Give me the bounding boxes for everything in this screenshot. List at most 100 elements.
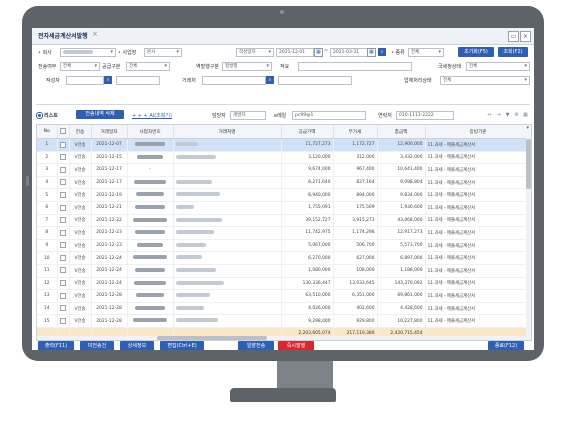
- row-checkbox[interactable]: [60, 305, 66, 312]
- row-checkbox[interactable]: [60, 242, 66, 249]
- calendar-to-icon[interactable]: ▦: [367, 48, 376, 57]
- issue-select[interactable]: 전체: [126, 62, 170, 71]
- table-row[interactable]: 9 V전송 2021-12-23 5,067,000 506,700 5,573,700 1…: [37, 239, 531, 253]
- table-row[interactable]: 11 V전송 2021-12-24 1,080,000 108,000 1,188,000…: [37, 264, 531, 278]
- add-link[interactable]: + + + AI(조회기): [132, 112, 172, 119]
- cell-check[interactable]: [57, 302, 70, 316]
- cell-check[interactable]: [57, 226, 70, 240]
- table-row[interactable]: 8 V전송 2021-12-23 11,742,975 1,174,298 12,917,…: [37, 226, 531, 240]
- date-from-input[interactable]: 2021-12-01: [276, 48, 314, 57]
- table-row[interactable]: 10 V전송 2021-12-24 6,270,000 627,000 6,897,000…: [37, 251, 531, 265]
- close-button[interactable]: 종료(F12): [488, 341, 524, 350]
- cell-check[interactable]: [57, 239, 70, 253]
- cell-check[interactable]: [57, 277, 70, 291]
- col-header-supply[interactable]: 공급가액: [281, 125, 334, 139]
- approval-input[interactable]: [298, 62, 412, 71]
- table-row[interactable]: 12 V전송 2021-12-24 130,336,447 13,033,645 143,…: [37, 277, 531, 291]
- select-all-checkbox[interactable]: [60, 128, 66, 135]
- col-header-basis[interactable]: 증빙기준: [425, 125, 531, 139]
- restore-icon[interactable]: ▭: [508, 31, 519, 42]
- email-input[interactable]: pc99@1: [292, 111, 366, 120]
- row-checkbox[interactable]: [60, 292, 66, 299]
- table-row[interactable]: 1 V전송 2021-12-07 11,727,273 1,172,727 12,900,…: [37, 138, 531, 152]
- partner-search-icon[interactable]: ⌕: [266, 76, 274, 84]
- vertical-scroll-thumb[interactable]: [526, 139, 531, 189]
- table-row[interactable]: 3 V전송 2021-12-17– 9,674,000 967,400 10,641,40…: [37, 163, 531, 177]
- table-row[interactable]: 5 V전송 2021-12-19 8,940,000 894,000 9,834,000 1…: [37, 188, 531, 202]
- table-row[interactable]: 14 V전송 2021-12-28 4,026,000 402,600 4,428,600…: [37, 302, 531, 316]
- cell-check[interactable]: [57, 163, 70, 177]
- table-row[interactable]: 4 V전송 2021-12-17 8,271,640 827,164 9,098,804 1…: [37, 176, 531, 190]
- list-radio-icon[interactable]: [36, 112, 43, 119]
- row-checkbox[interactable]: [60, 317, 66, 324]
- cell-check[interactable]: [57, 151, 70, 165]
- row-checkbox[interactable]: [60, 280, 66, 287]
- cell-check[interactable]: [57, 188, 70, 202]
- partner-name-input[interactable]: [278, 76, 352, 85]
- batch-send-button[interactable]: 일괄전송: [238, 341, 274, 350]
- cell-check[interactable]: [57, 138, 70, 152]
- horizontal-scrollbar[interactable]: [37, 336, 531, 340]
- company-select[interactable]: [60, 48, 116, 57]
- tab-close-icon[interactable]: ×: [92, 30, 98, 38]
- gear-icon[interactable]: ⚙: [513, 112, 520, 118]
- cell-check[interactable]: [57, 264, 70, 278]
- cell-check[interactable]: [57, 176, 70, 190]
- row-checkbox[interactable]: [60, 154, 66, 161]
- date-search-icon[interactable]: ⌕: [378, 48, 386, 56]
- manager-input[interactable]: 개발자: [230, 111, 266, 120]
- table-row[interactable]: 13 V전송 2021-12-28 63,510,000 6,351,000 69,861…: [37, 289, 531, 303]
- contact-input[interactable]: 010-1111-2222: [396, 111, 454, 120]
- col-header-date[interactable]: 거래일자: [91, 125, 128, 139]
- edit-button[interactable]: 편집(Ctrl+E): [160, 341, 204, 350]
- col-header-partner[interactable]: 거래처명: [173, 125, 282, 139]
- cell-check[interactable]: [57, 314, 70, 328]
- row-checkbox[interactable]: [60, 166, 66, 173]
- site-select[interactable]: 본사: [144, 48, 182, 57]
- col-header-check[interactable]: [57, 125, 70, 139]
- partner-input[interactable]: [202, 76, 266, 85]
- table-row[interactable]: 2 V전송 2021-12-15 3,120,000 312,000 3,432,000 1…: [37, 151, 531, 165]
- date-type-select[interactable]: 작성일자: [236, 48, 274, 57]
- filter-icon[interactable]: ▼: [504, 112, 511, 118]
- send-select[interactable]: 전체: [60, 62, 100, 71]
- row-checkbox[interactable]: [60, 141, 66, 148]
- window-tab-title[interactable]: 전자세금계산서발행: [38, 31, 88, 40]
- row-checkbox[interactable]: [60, 267, 66, 274]
- row-checkbox[interactable]: [60, 217, 66, 224]
- cell-check[interactable]: [57, 201, 70, 215]
- row-checkbox[interactable]: [60, 179, 66, 186]
- export-icon[interactable]: ⇥: [495, 112, 502, 118]
- close-icon[interactable]: ×: [520, 31, 531, 42]
- print-button[interactable]: 출력(F11): [38, 341, 74, 350]
- col-header-send[interactable]: 전송: [69, 125, 92, 139]
- issue-now-button[interactable]: 즉시발행: [278, 341, 314, 350]
- date-to-input[interactable]: 2021-03-31: [330, 48, 368, 57]
- col-header-bizno[interactable]: 사업자번호: [127, 125, 174, 139]
- cell-check[interactable]: [57, 251, 70, 265]
- reverse-select[interactable]: 정발행: [222, 62, 272, 71]
- unsent-button[interactable]: 미전송건: [80, 341, 114, 350]
- calendar-from-icon[interactable]: ▦: [314, 48, 323, 57]
- tax-status-select[interactable]: 전체: [466, 62, 530, 71]
- work-status-select[interactable]: 전체: [440, 76, 530, 85]
- delete-history-button[interactable]: 전송내역 삭제: [76, 110, 124, 119]
- table-row[interactable]: 15 V전송 2021-12-28 9,298,000 929,800 10,227,80…: [37, 314, 531, 328]
- writer-input[interactable]: [66, 76, 104, 85]
- reset-button[interactable]: 초기화(F5): [458, 47, 494, 57]
- cell-check[interactable]: [57, 289, 70, 303]
- detail-button[interactable]: 상세정보: [120, 341, 154, 350]
- table-row[interactable]: 6 V전송 2021-12-21 1,755,091 175,509 1,930,600 1…: [37, 201, 531, 215]
- writer-name-input[interactable]: [116, 76, 160, 85]
- col-header-no[interactable]: No: [37, 125, 58, 139]
- kind-select[interactable]: 전체: [408, 48, 444, 57]
- writer-search-icon[interactable]: ⌕: [104, 76, 112, 84]
- horizontal-scroll-thumb[interactable]: [157, 336, 267, 340]
- col-header-vat[interactable]: 부가세: [333, 125, 378, 139]
- col-header-total[interactable]: 총금액: [377, 125, 426, 139]
- row-checkbox[interactable]: [60, 229, 66, 236]
- row-checkbox[interactable]: [60, 191, 66, 198]
- grid-icon[interactable]: ▦: [522, 112, 529, 118]
- cell-check[interactable]: [57, 214, 70, 228]
- search-button[interactable]: 조회(F2): [498, 47, 528, 57]
